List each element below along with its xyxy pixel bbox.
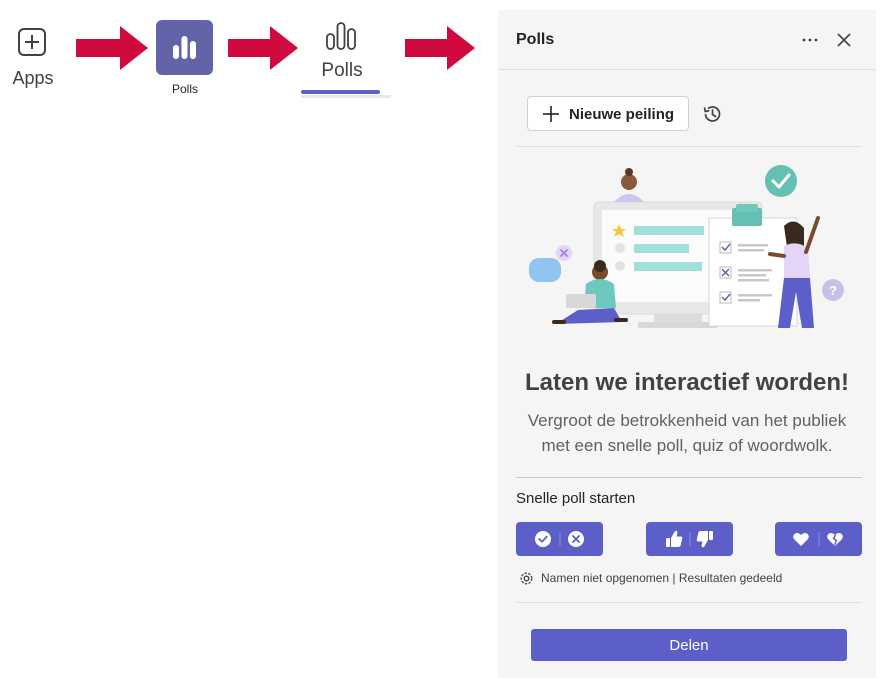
svg-text:?: ? (829, 283, 837, 298)
polls-app-tile[interactable] (156, 20, 213, 75)
panel-heading: Laten we interactief worden! (524, 369, 850, 396)
tab-bar-border (301, 95, 391, 98)
quick-poll-thumbs-button[interactable] (646, 522, 733, 556)
quick-poll-hearts-button[interactable] (775, 522, 862, 556)
thumbs-down-icon (696, 531, 713, 548)
bar-chart-icon (173, 36, 196, 59)
broken-heart-icon (827, 533, 843, 546)
new-poll-label: Nieuwe peiling (569, 106, 675, 123)
apps-label[interactable]: Apps (8, 68, 58, 89)
poll-illustration: ? (529, 165, 844, 328)
history-icon[interactable] (701, 103, 723, 125)
new-poll-button[interactable]: Nieuwe peiling (527, 96, 689, 131)
panel-subtext: Vergroot de betrokkenheid van het publie… (510, 408, 864, 458)
settings-gear-icon[interactable] (518, 570, 535, 587)
divider (516, 602, 862, 603)
subtext-line-2: met een snelle poll, quiz of woordwolk. (541, 436, 833, 455)
plus-icon (543, 106, 559, 122)
divider (516, 477, 862, 478)
divider (516, 146, 862, 147)
close-icon[interactable] (835, 31, 853, 49)
subtext-line-1: Vergroot de betrokkenheid van het publie… (527, 411, 847, 430)
poll-settings-text[interactable]: Namen niet opgenomen | Resultaten gedeel… (541, 571, 782, 585)
panel-header: Polls (498, 10, 876, 70)
polls-tab-label[interactable]: Polls (312, 60, 372, 82)
panel-title: Polls (516, 31, 555, 48)
arrow-right-icon (76, 26, 148, 70)
heart-icon (793, 533, 809, 546)
add-apps-icon[interactable] (16, 26, 48, 58)
arrow-right-icon (228, 26, 298, 70)
more-options-icon[interactable] (800, 32, 820, 48)
active-tab-indicator (301, 90, 380, 94)
thumbs-up-icon (666, 530, 683, 547)
polls-tab-icon[interactable] (323, 20, 359, 52)
quick-poll-yes-no-button[interactable] (516, 522, 603, 556)
check-circle-icon (535, 531, 551, 547)
quick-poll-title: Snelle poll starten (516, 490, 636, 507)
polls-tile-label: Polls (171, 82, 198, 96)
cross-circle-icon (568, 531, 584, 547)
arrow-right-icon (405, 26, 475, 70)
share-button[interactable]: Delen (531, 629, 847, 661)
polls-panel: Polls Nieuwe peiling ? Laten we interact… (498, 10, 876, 678)
